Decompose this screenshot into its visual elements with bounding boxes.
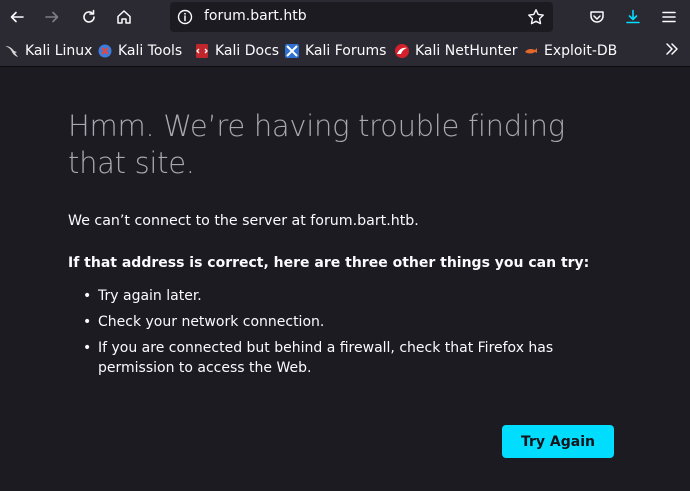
kali-docs-icon [196,44,208,58]
downloads-button[interactable] [619,3,647,31]
bookmarks-toolbar: Kali Linux Kali Tools Kali Docs Kali For… [0,35,690,67]
try-again-button[interactable]: Try Again [502,425,614,458]
reload-icon [83,9,95,23]
bookmark-kali-linux[interactable]: Kali Linux [4,42,92,60]
reload-button[interactable] [75,3,103,31]
bookmark-kali-tools[interactable]: Kali Tools [97,42,182,60]
kali-nethunter-icon [395,44,409,58]
forward-button[interactable] [38,3,66,31]
suggestions-heading: If that address is correct, here are thr… [68,255,590,271]
kali-tools-icon [98,44,112,58]
page-title: Hmm. We’re having trouble finding that s… [68,108,628,182]
kali-forums-icon [285,44,299,58]
home-button[interactable] [110,3,138,31]
error-message: We can’t connect to the server at forum.… [68,213,419,229]
bookmark-kali-forums[interactable]: Kali Forums [284,42,386,60]
bookmark-label: Kali NetHunter [415,43,518,59]
navigation-toolbar: forum.bart.htb [0,0,690,35]
error-page-content: Hmm. We’re having trouble finding that s… [68,108,628,384]
app-menu-button[interactable] [655,3,683,31]
bookmark-label: Kali Forums [305,43,387,59]
bookmark-kali-nethunter[interactable]: Kali NetHunter [394,42,517,60]
suggestions-list: Try again later. Check your network conn… [68,286,628,378]
star-icon[interactable] [527,8,545,26]
bookmark-label: Exploit-DB [544,43,618,59]
home-icon [117,10,131,24]
download-icon [626,9,640,24]
menu-icon [662,11,676,23]
back-button[interactable] [3,3,31,31]
bookmark-exploit-db[interactable]: Exploit-DB [523,42,617,60]
list-item: Try again later. [68,286,628,306]
pocket-button[interactable] [583,3,611,31]
forward-arrow-icon [45,11,59,23]
exploit-db-icon [525,48,537,54]
title-line-1: Hmm. We’re having trouble finding [68,109,565,143]
info-icon[interactable] [177,9,193,25]
list-item: Check your network connection. [68,312,628,332]
pocket-icon [590,11,604,23]
bookmark-label: Kali Tools [118,43,183,59]
title-line-2: that site. [68,146,195,180]
chevron-double-right-icon[interactable] [664,41,680,57]
url-bar[interactable]: forum.bart.htb [170,2,553,32]
list-item: If you are connected but behind a firewa… [68,338,628,378]
bookmark-kali-docs[interactable]: Kali Docs [194,42,279,60]
back-arrow-icon [10,11,24,23]
url-text[interactable]: forum.bart.htb [204,8,307,24]
bookmark-label: Kali Linux [25,43,93,59]
bookmark-label: Kali Docs [215,43,280,59]
kali-linux-icon [5,46,18,57]
